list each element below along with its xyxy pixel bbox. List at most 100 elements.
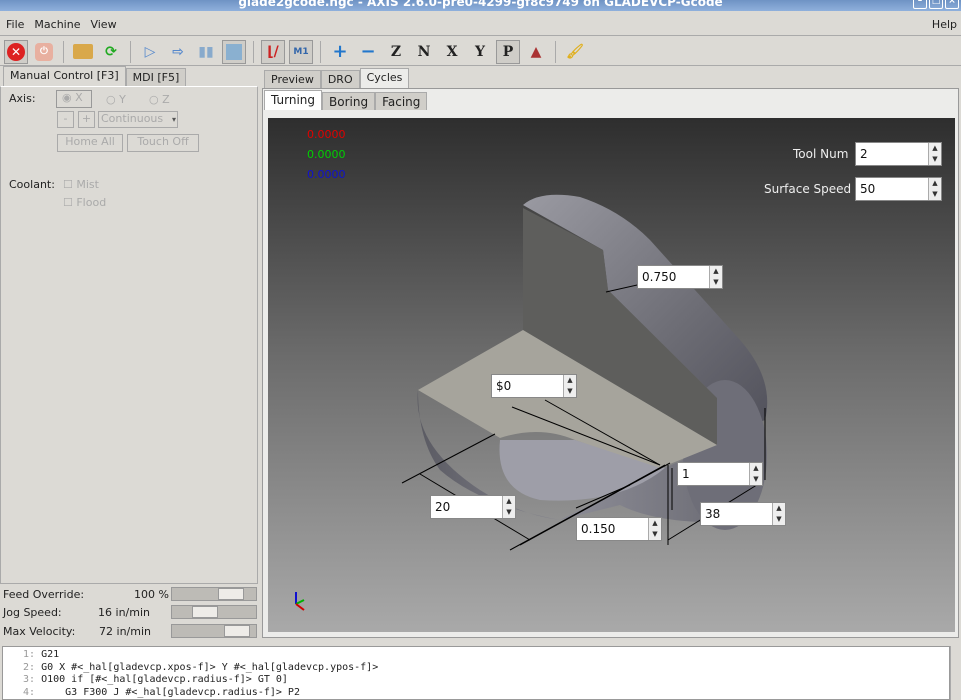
- code-line[interactable]: 3: O100 if [#<_hal[gladevcp.radius-f]> G…: [23, 674, 949, 687]
- pause-button[interactable]: ▮▮: [194, 40, 218, 64]
- spin-arrows-icon[interactable]: ▲ ▼: [648, 518, 661, 540]
- spin-arrows-icon[interactable]: ▲ ▼: [502, 496, 515, 518]
- dro-x: 0.0000: [307, 128, 346, 141]
- spin-arrows-icon[interactable]: ▲ ▼: [563, 375, 576, 397]
- line-text: G0 X #<_hal[gladevcp.xpos-f]> Y #<_hal[g…: [41, 661, 379, 673]
- tab-turning[interactable]: Turning: [264, 90, 322, 110]
- tab-dro[interactable]: DRO: [320, 70, 360, 88]
- max-velocity-label: Max Velocity:: [3, 625, 76, 638]
- tab-boring[interactable]: Boring: [322, 92, 376, 110]
- rotate-view-button[interactable]: ▲: [524, 40, 548, 64]
- step-button[interactable]: ⇨: [166, 40, 190, 64]
- spin-arrows-icon[interactable]: ▲ ▼: [772, 503, 785, 525]
- view-p-icon: P: [502, 43, 514, 60]
- feed-override-slider[interactable]: [171, 587, 257, 601]
- estop-button[interactable]: ✕: [4, 39, 28, 64]
- view-p-button[interactable]: P: [496, 39, 520, 64]
- line-number: 3:: [23, 674, 36, 685]
- feed-spinbox[interactable]: 0.150 ▲ ▼: [576, 517, 662, 541]
- radius-spinbox[interactable]: 0.750 ▲ ▼: [637, 265, 723, 289]
- axis-z-radio[interactable]: ○ Z: [149, 93, 170, 106]
- close-button[interactable]: ×: [945, 0, 959, 9]
- menu-machine[interactable]: Machine: [34, 18, 80, 31]
- mist-checkbox[interactable]: ☐ Mist: [63, 178, 99, 191]
- tab-manual-control[interactable]: Manual Control [F3]: [3, 66, 126, 86]
- line-text: G3 F300 J #<_hal[gladevcp.radius-f]> P2: [41, 686, 300, 698]
- axis-z-label: Z: [162, 93, 170, 106]
- gcode-listing[interactable]: 1: G21 2: G0 X #<_hal[gladevcp.xpos-f]> Y…: [2, 646, 950, 700]
- view-z-button[interactable]: Z: [384, 40, 408, 64]
- surface-speed-label: Surface Speed: [764, 182, 852, 196]
- flood-checkbox[interactable]: ☐ Flood: [63, 196, 106, 209]
- spin-arrows-icon[interactable]: ▲ ▼: [709, 266, 722, 288]
- clear-plot-button[interactable]: 🖌: [563, 40, 587, 64]
- diameter-spinbox[interactable]: 38 ▲ ▼: [700, 502, 786, 526]
- tool-num-spinbox[interactable]: 2 ▲ ▼: [855, 142, 942, 166]
- cycle-tabs: Turning Boring Facing: [264, 90, 428, 110]
- maximize-button[interactable]: □: [929, 0, 943, 9]
- code-scrollbar[interactable]: [950, 646, 961, 700]
- power-button[interactable]: ⏻: [32, 40, 56, 64]
- view-z2-icon: N: [417, 43, 431, 60]
- tab-mdi[interactable]: MDI [F5]: [125, 68, 187, 86]
- open-button[interactable]: [71, 40, 95, 64]
- menu-help[interactable]: Help: [932, 18, 957, 31]
- touch-off-button[interactable]: Touch Off: [127, 134, 199, 152]
- stop-icon: [226, 43, 242, 60]
- view-x-icon: X: [446, 43, 458, 60]
- line-number: 1:: [23, 649, 36, 660]
- tab-cycles[interactable]: Cycles: [359, 68, 410, 88]
- surface-speed-value: 50: [860, 182, 876, 196]
- menu-view[interactable]: View: [90, 18, 116, 31]
- view-y-button[interactable]: Y: [468, 40, 492, 64]
- tab-preview[interactable]: Preview: [264, 70, 321, 88]
- jog-speed-value: 16 in/min: [98, 606, 150, 619]
- zoom-in-button[interactable]: +: [328, 40, 352, 64]
- home-all-button[interactable]: Home All: [57, 134, 123, 152]
- jog-minus-button[interactable]: -: [57, 111, 74, 128]
- diameter-value: 38: [705, 507, 721, 521]
- minimize-button[interactable]: –: [913, 0, 927, 9]
- pause-icon: ▮▮: [198, 43, 214, 60]
- slider-thumb[interactable]: [218, 588, 245, 600]
- slider-thumb[interactable]: [224, 625, 251, 637]
- length-spinbox[interactable]: 20 ▲ ▼: [430, 495, 516, 519]
- spin-arrows-icon[interactable]: ▲ ▼: [928, 143, 941, 165]
- depth-value: 1: [682, 467, 690, 481]
- feed-value: 0.150: [581, 522, 616, 536]
- reload-button[interactable]: ⟳: [99, 40, 123, 64]
- zoom-out-button[interactable]: −: [356, 40, 380, 64]
- spin-arrows-icon[interactable]: ▲ ▼: [749, 463, 762, 485]
- chevron-down-icon: ▾: [171, 115, 176, 124]
- left-tabs: Manual Control [F3] MDI [F5]: [3, 66, 187, 86]
- code-line[interactable]: 4: G3 F300 J #<_hal[gladevcp.radius-f]> …: [23, 687, 949, 700]
- spin-arrows-icon[interactable]: ▲ ▼: [928, 178, 941, 200]
- stop-button[interactable]: [222, 39, 246, 64]
- view-x-button[interactable]: X: [440, 40, 464, 64]
- axis-x-radio[interactable]: ◉ X: [56, 90, 92, 108]
- optional-stop-button[interactable]: M1: [289, 39, 313, 64]
- jog-mode-select[interactable]: Continuous ▾: [98, 111, 178, 128]
- dro-z: 0.0000: [307, 168, 346, 181]
- tab-facing[interactable]: Facing: [375, 92, 428, 110]
- jog-speed-slider[interactable]: [171, 605, 257, 619]
- jog-plus-button[interactable]: +: [78, 111, 95, 128]
- max-velocity-slider[interactable]: [171, 624, 257, 638]
- view-z2-button[interactable]: N: [412, 40, 436, 64]
- code-line[interactable]: 2: G0 X #<_hal[gladevcp.xpos-f]> Y #<_ha…: [23, 662, 949, 675]
- line-text: G21: [41, 649, 60, 660]
- axis-y-radio[interactable]: ○ Y: [106, 93, 126, 106]
- right-tabs: Preview DRO Cycles: [264, 68, 410, 88]
- line-text: O100 if [#<_hal[gladevcp.radius-f]> GT 0…: [41, 674, 288, 685]
- depth-spinbox[interactable]: 1 ▲ ▼: [677, 462, 763, 486]
- menu-file[interactable]: File: [6, 18, 24, 31]
- clear-plot-icon: 🖌: [566, 43, 584, 60]
- block-delete-button[interactable]: ⌊/: [261, 39, 285, 64]
- run-button[interactable]: ▷: [138, 40, 162, 64]
- zoom-out-icon: −: [360, 41, 376, 62]
- surface-speed-spinbox[interactable]: 50 ▲ ▼: [855, 177, 942, 201]
- slider-thumb[interactable]: [192, 606, 219, 618]
- code-line[interactable]: 1: G21: [23, 649, 949, 662]
- start-spinbox[interactable]: $0 ▲ ▼: [491, 374, 577, 398]
- estop-icon: ✕: [7, 42, 25, 61]
